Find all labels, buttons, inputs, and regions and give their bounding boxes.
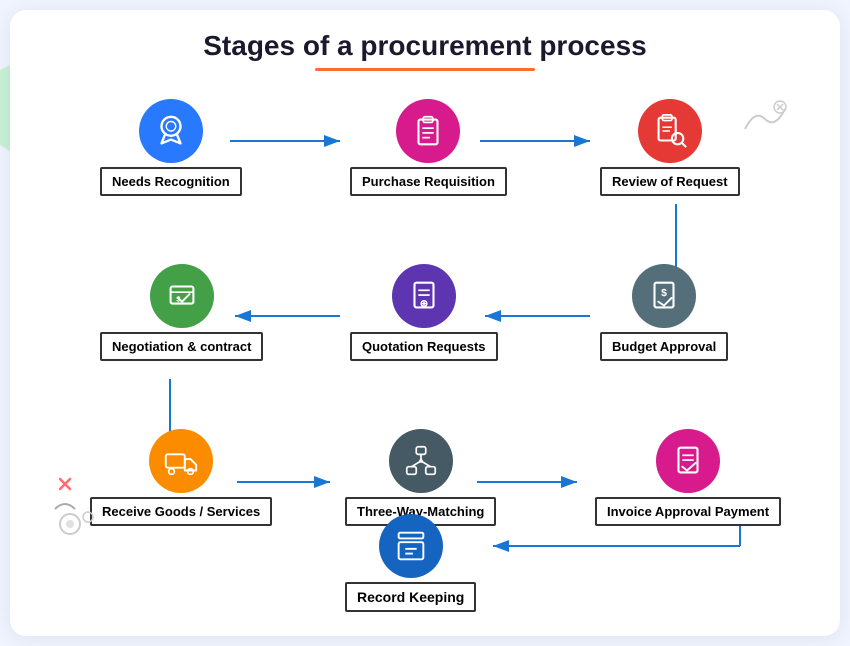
purchase-requisition-label: Purchase Requisition [350, 167, 507, 196]
deco-bottom-left [50, 469, 120, 539]
title-underline [315, 68, 535, 71]
review-of-request-icon [638, 99, 702, 163]
node-review-of-request: Review of Request [600, 99, 740, 196]
node-budget-approval: $ Budget Approval [600, 264, 728, 361]
review-of-request-label: Review of Request [600, 167, 740, 196]
receive-goods-icon [149, 429, 213, 493]
main-container: Stages of a procurement process [10, 10, 840, 636]
clipboard-icon [409, 112, 447, 150]
network-icon [402, 442, 440, 480]
budget-icon: $ [632, 264, 696, 328]
purchase-requisition-icon [396, 99, 460, 163]
node-three-way-matching: Three-Way-Matching [345, 429, 496, 526]
archive-icon [392, 527, 430, 565]
quotation-requests-label: Quotation Requests [350, 332, 498, 361]
three-way-icon [389, 429, 453, 493]
invoice-approval-label: Invoice Approval Payment [595, 497, 781, 526]
needs-recognition-label: Needs Recognition [100, 167, 242, 196]
node-purchase-requisition: Purchase Requisition [350, 99, 507, 196]
award-icon [152, 112, 190, 150]
search-clipboard-icon [651, 112, 689, 150]
svg-text:$: $ [661, 288, 667, 299]
node-needs-recognition: Needs Recognition [100, 99, 242, 196]
needs-recognition-icon [139, 99, 203, 163]
budget-doc-icon: $ [645, 277, 683, 315]
truck-icon [162, 442, 200, 480]
record-keeping-label: Record Keeping [345, 582, 476, 612]
node-record-keeping: Record Keeping [345, 514, 476, 612]
diagram: Needs Recognition Purchase Requisition [40, 89, 810, 569]
invoice-check-icon [669, 442, 707, 480]
handshake-icon: $ [163, 277, 201, 315]
record-keeping-icon [379, 514, 443, 578]
negotiation-label: Negotiation & contract [100, 332, 263, 361]
node-negotiation: $ Negotiation & contract [100, 264, 263, 361]
quotation-doc-icon [405, 277, 443, 315]
quotation-icon [392, 264, 456, 328]
node-quotation-requests: Quotation Requests [350, 264, 498, 361]
node-invoice-approval: Invoice Approval Payment [595, 429, 781, 526]
budget-approval-label: Budget Approval [600, 332, 728, 361]
invoice-icon [656, 429, 720, 493]
page-title: Stages of a procurement process [40, 30, 810, 62]
deco-squiggle-top-right [740, 99, 790, 139]
negotiation-icon: $ [150, 264, 214, 328]
